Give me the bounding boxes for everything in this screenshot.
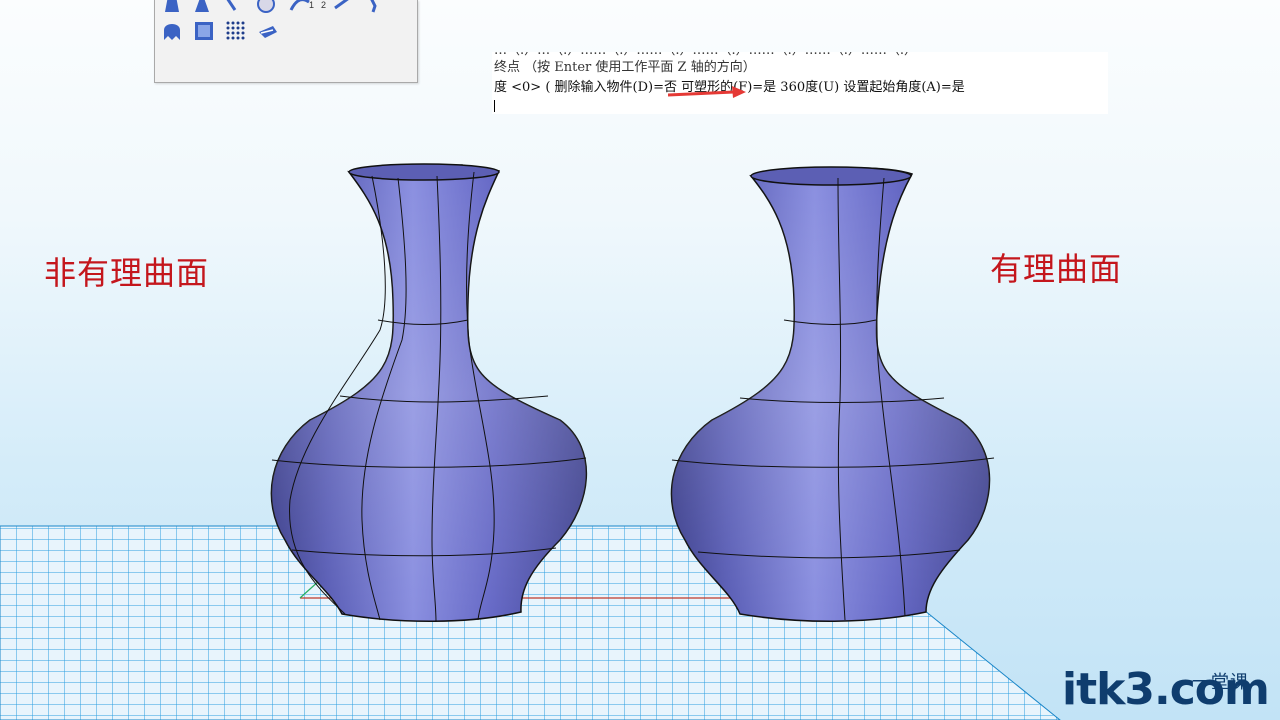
surface-sweep-icon[interactable] [161, 0, 183, 14]
command-input-cursor[interactable] [494, 100, 495, 112]
blend-surface-icon[interactable] [257, 20, 279, 42]
command-history: …（.）…（.）……（.）……（.）……（.）……（.）……（.）……（.） 终… [492, 52, 1108, 114]
surface-extrude-icon[interactable] [191, 0, 213, 14]
label-nonrational-surface: 非有理曲面 [44, 254, 210, 292]
revolve-icon[interactable] [223, 0, 245, 14]
planar-surface-icon[interactable] [193, 20, 215, 42]
command-prompt-endpoint: 终点 （按 Enter 使用工作平面 Z 轴的方向） [494, 60, 756, 75]
subscript-1: 1 [309, 0, 315, 10]
red-arrow-annotation [668, 86, 746, 98]
watermark-subtext: 一堂课 [1192, 672, 1249, 693]
vase-nonrational-surface[interactable] [270, 163, 588, 623]
sphere-icon[interactable] [255, 0, 277, 14]
surface-drape-icon[interactable] [161, 20, 183, 42]
surface-toolbar: 1 2 [154, 0, 418, 83]
point-grid-icon[interactable] [225, 20, 247, 42]
network-icon[interactable] [331, 0, 353, 14]
curve-icon[interactable] [289, 0, 311, 14]
subscript-2: 2 [321, 0, 327, 10]
command-line-partial: …（.）…（.）……（.）……（.）……（.）……（.）……（.）……（.） [494, 52, 917, 59]
patch-icon[interactable] [361, 0, 383, 14]
label-rational-surface: 有理曲面 [990, 250, 1123, 288]
vase-rational-surface[interactable] [670, 166, 995, 622]
watermark-logo: itk3.com 一堂课 [1062, 664, 1270, 720]
